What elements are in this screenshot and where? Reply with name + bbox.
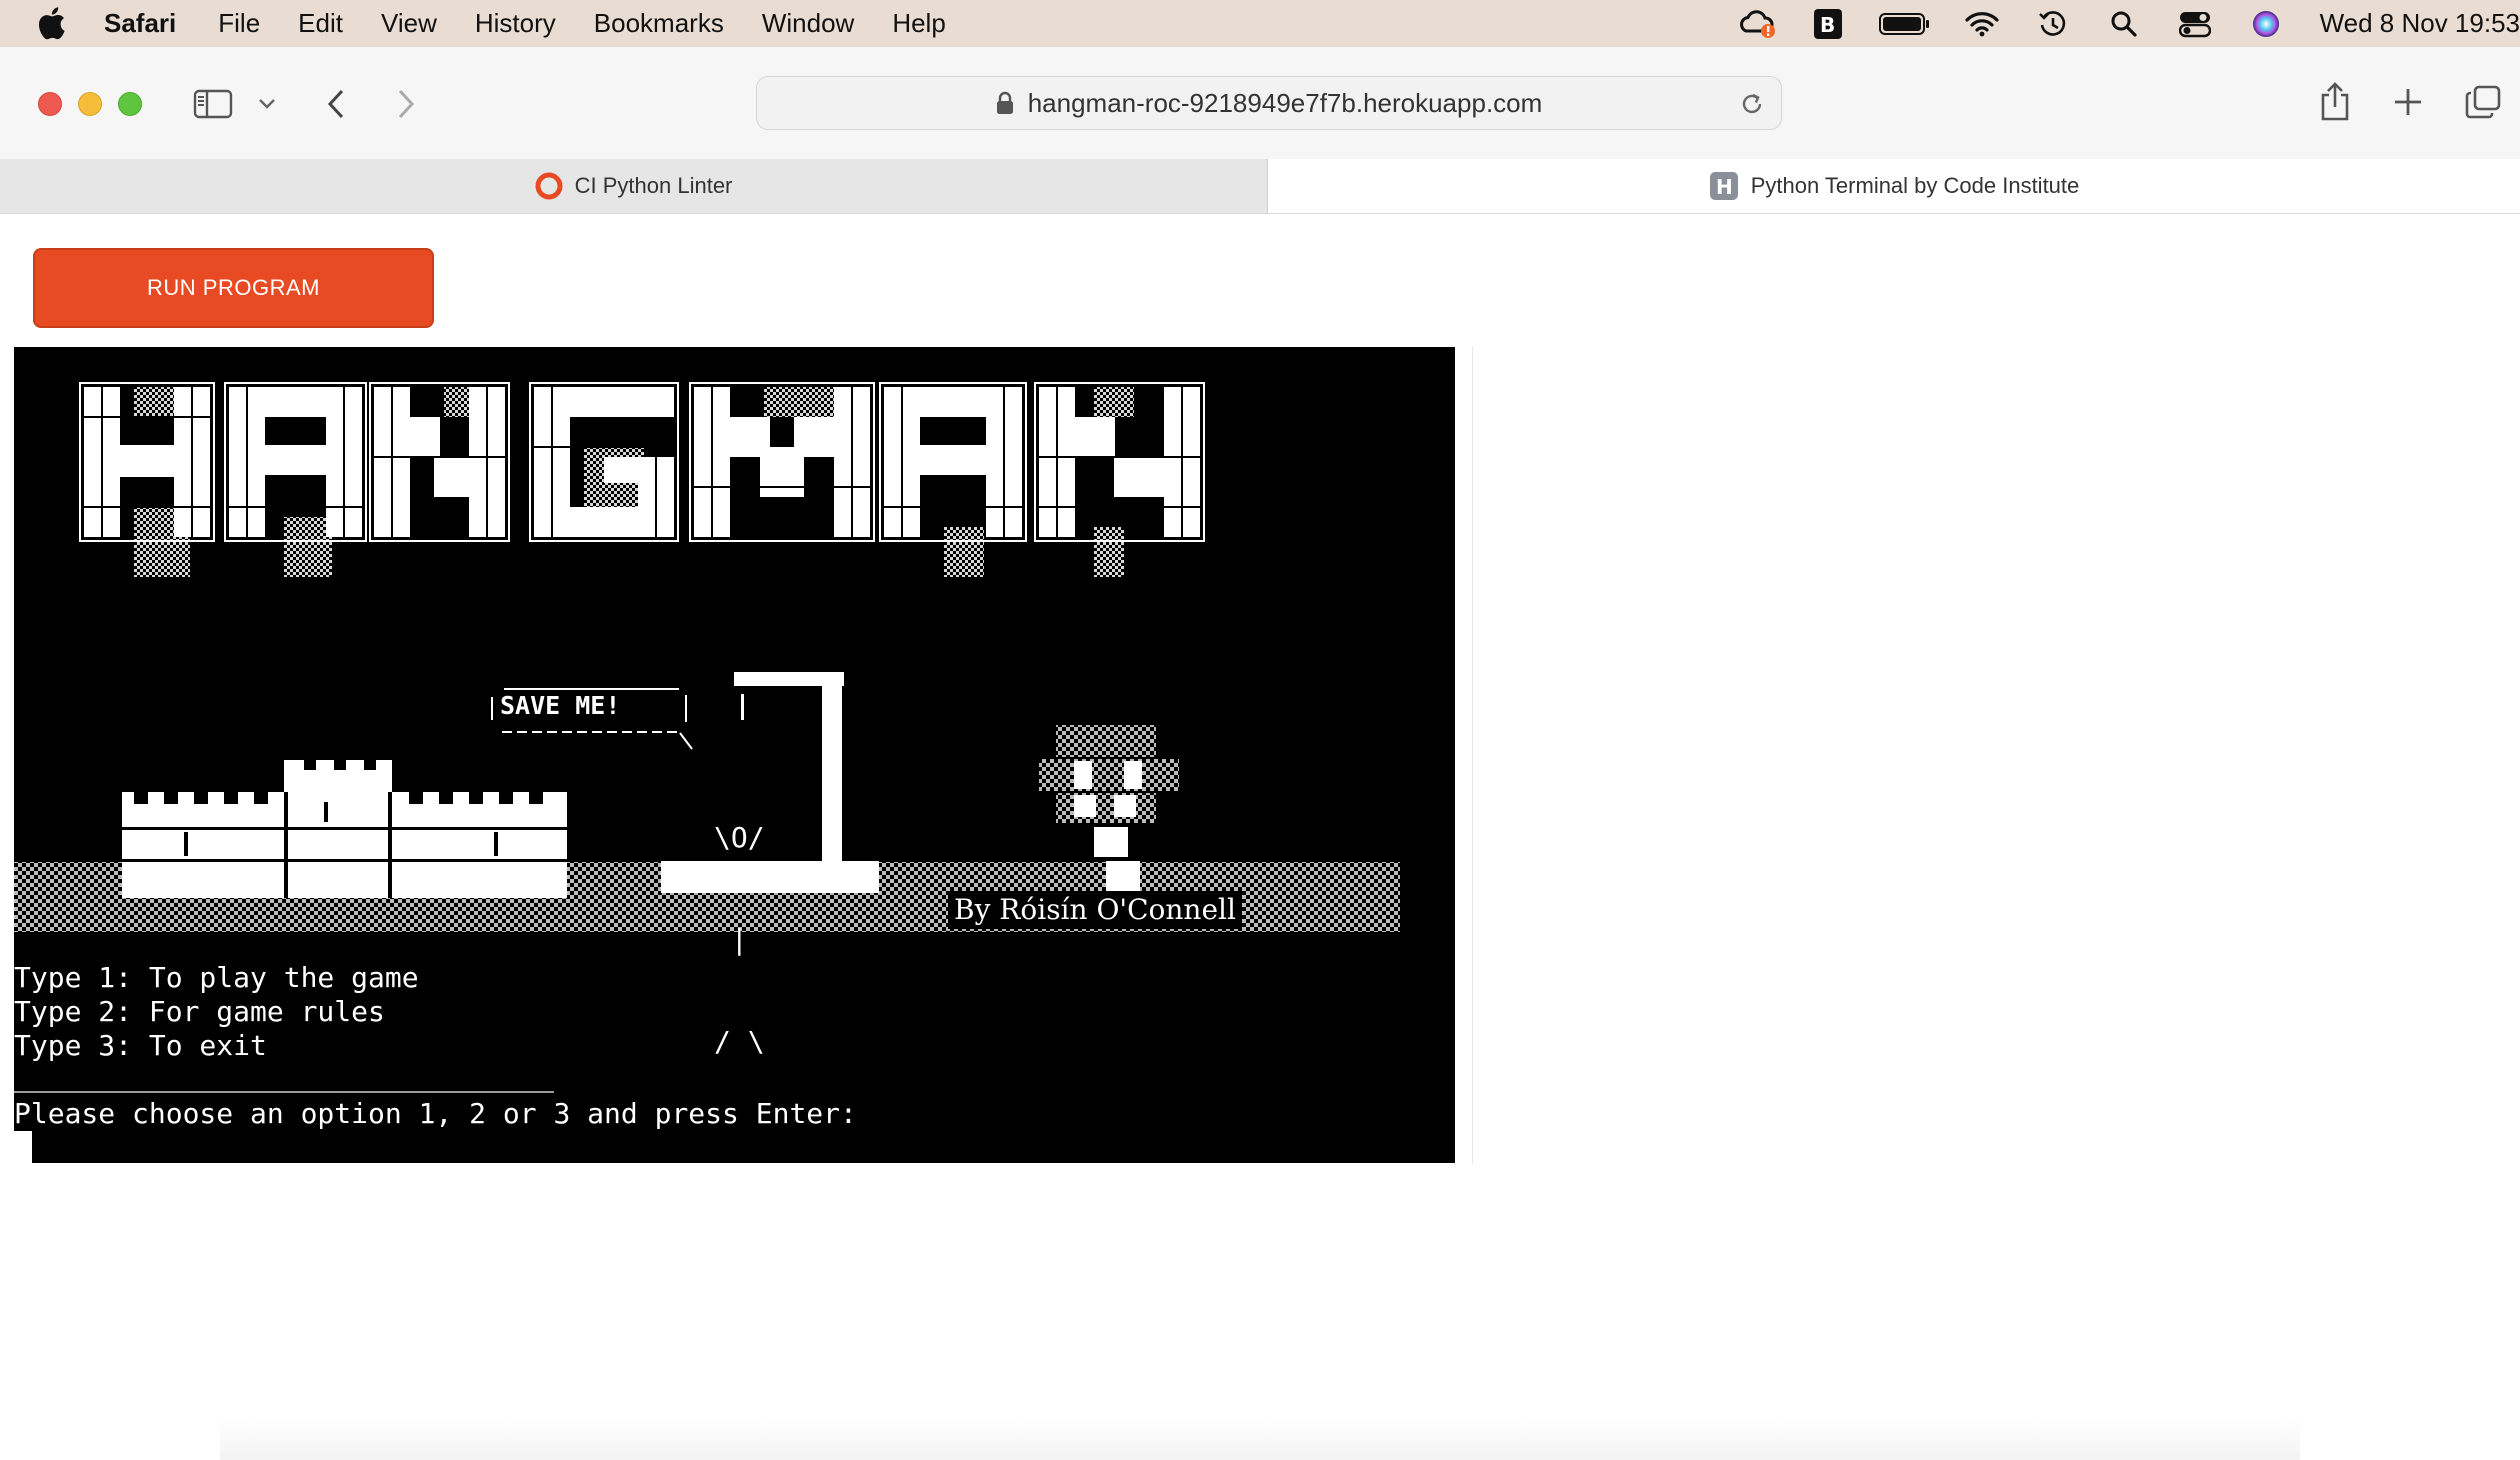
stickman-line: / \ (714, 1025, 765, 1058)
control-center-icon[interactable] (2175, 8, 2215, 40)
ci-linter-favicon (535, 172, 563, 200)
menu-file[interactable]: File (218, 8, 260, 39)
menu-bookmarks[interactable]: Bookmarks (594, 8, 724, 39)
tab-label: CI Python Linter (574, 173, 733, 198)
tab-ci-python-linter[interactable]: CI Python Linter (0, 159, 1268, 213)
menu-window[interactable]: Window (762, 8, 854, 39)
time-machine-icon[interactable] (2033, 8, 2073, 40)
tab-label: Python Terminal by Code Institute (1750, 173, 2080, 198)
creative-cloud-icon[interactable] (1737, 8, 1777, 40)
menu-history[interactable]: History (475, 8, 556, 39)
url-text: hangman-roc-9218949e7f7b.herokuapp.com (1027, 87, 1543, 118)
menu-option-1: Type 1: To play the game (14, 961, 419, 994)
stickman-line: | (714, 923, 765, 956)
battery-icon[interactable] (1878, 8, 1931, 40)
menu-edit[interactable]: Edit (298, 8, 343, 39)
run-program-button[interactable]: RUN PROGRAM (33, 248, 434, 328)
spotlight-search-icon[interactable] (2104, 8, 2144, 40)
close-window-button[interactable] (38, 92, 62, 116)
macos-menu-bar: Safari File Edit View History Bookmarks … (0, 0, 2520, 47)
menubar-clock[interactable]: Wed 8 Nov 19:53 (2320, 8, 2520, 39)
bbedit-icon[interactable]: B (1808, 8, 1848, 40)
menu-help[interactable]: Help (892, 8, 945, 39)
back-icon[interactable] (322, 86, 350, 122)
new-tab-icon[interactable] (2392, 86, 2424, 118)
stickman-line: \O/ (714, 821, 765, 854)
tab-python-terminal[interactable]: H Python Terminal by Code Institute (1268, 159, 2520, 213)
wifi-icon[interactable] (1962, 8, 2002, 40)
castle-art (122, 760, 567, 898)
reload-icon[interactable] (1739, 90, 1765, 125)
minimize-window-button[interactable] (78, 92, 102, 116)
address-bar[interactable]: hangman-roc-9218949e7f7b.herokuapp.com (756, 76, 1782, 130)
page-divider (1472, 346, 1473, 1164)
input-prompt: Please choose an option 1, 2 or 3 and pr… (14, 1097, 857, 1130)
sidebar-toggle-icon[interactable] (192, 88, 234, 120)
svg-text:B: B (1820, 13, 1835, 37)
author-credit: By Róisín O'Connell (948, 891, 1242, 929)
stickman-art: \O/ | / \ (714, 753, 781, 1127)
siri-icon[interactable] (2246, 8, 2286, 40)
menu-option-3: Type 3: To exit (14, 1029, 267, 1062)
svg-text:H: H (1716, 175, 1733, 199)
prompt-divider (14, 1091, 554, 1093)
menu-app-safari[interactable]: Safari (104, 8, 176, 39)
tab-bar: CI Python Linter H Python Terminal by Co… (0, 159, 2520, 214)
lock-icon (996, 91, 1014, 115)
page-shadow (220, 1418, 2300, 1460)
menu-view[interactable]: View (381, 8, 437, 39)
h-favicon: H (1709, 171, 1739, 201)
apple-menu-icon[interactable] (36, 6, 66, 40)
terminal-window[interactable]: SAVE ME! \O/ | / \ By Róisín O'Connell T… (14, 347, 1455, 1163)
hangman-logo (79, 382, 1205, 577)
menu-option-2: Type 2: For game rules (14, 995, 385, 1028)
forward-icon[interactable] (392, 86, 420, 122)
tab-overview-icon[interactable] (2464, 84, 2502, 120)
speech-bubble-text: SAVE ME! (500, 691, 621, 720)
chevron-down-icon[interactable] (256, 94, 278, 114)
zoom-window-button[interactable] (118, 92, 142, 116)
share-icon[interactable] (2318, 80, 2352, 124)
terminal-cursor[interactable] (14, 1131, 32, 1163)
